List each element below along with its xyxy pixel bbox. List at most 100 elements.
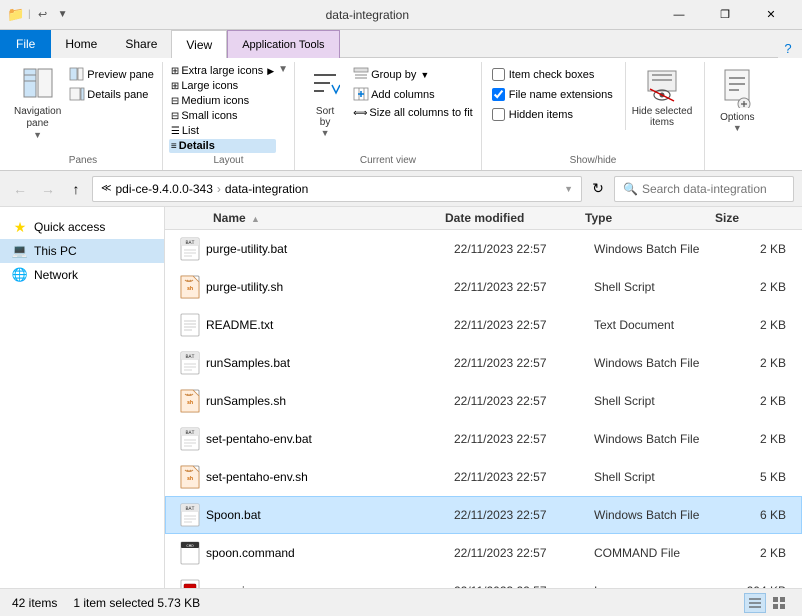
col-header-size[interactable]: Size [715,211,785,225]
col-header-type[interactable]: Type [585,211,715,225]
table-row[interactable]: BAT Spoon.bat 22/11/2023 22:57 Windows B… [165,496,802,534]
title-bar: 📁 | ↩ ▼ data-integration — ❐ ✕ [0,0,802,30]
sort-by-button[interactable]: Sortby ▼ [301,62,349,140]
hidden-items-input[interactable] [492,108,505,121]
close-button[interactable]: ✕ [748,0,794,30]
add-columns-button[interactable]: Add columns [351,86,475,104]
view-toggles [744,593,790,613]
file-name: runSamples.sh [206,394,454,408]
table-row[interactable]: sh purge-utility.sh 22/11/2023 22:57 She… [165,268,802,306]
sort-arrow: ▲ [251,214,260,224]
breadcrumb-current[interactable]: data-integration [225,182,308,196]
file-icon: W [174,575,206,588]
layout-more-button[interactable]: ▼ [278,64,288,75]
sidebar-item-this-pc[interactable]: 💻 This PC [0,239,164,263]
breadcrumb-dropdown[interactable]: ▼ [564,184,573,194]
undo-icon[interactable]: ↩ [35,7,51,23]
details-pane-icon [69,87,85,103]
details-button[interactable]: ≡ Details [169,139,276,153]
file-name: spoon.command [206,546,454,560]
item-checkboxes-toggle[interactable]: Item check boxes [488,66,617,83]
sidebar-item-label-network: Network [34,268,78,282]
list-button[interactable]: ☰ List [169,124,276,138]
file-name: runSamples.bat [206,356,454,370]
details-view-toggle[interactable] [744,593,766,613]
preview-pane-button[interactable]: Preview pane [67,66,156,84]
file-date: 22/11/2023 22:57 [454,432,594,446]
group-by-arrow: ▼ [420,70,429,80]
up-button[interactable]: ↑ [64,177,88,201]
breadcrumb-parent[interactable]: pdi-ce-9.4.0.0-343 [115,182,212,196]
svg-text:BAT: BAT [185,354,194,360]
ribbon-group-options: Options ▼ [705,62,769,170]
table-row[interactable]: W spoon.ico 22/11/2023 22:57 Icon 204 KB [165,572,802,588]
title-divider: | [28,9,31,20]
options-button[interactable]: Options ▼ [711,62,763,135]
tab-view[interactable]: View [171,30,227,58]
nav-pane-icon [22,67,54,103]
preview-pane-icon [69,67,85,83]
table-row[interactable]: CMD spoon.command 22/11/2023 22:57 COMMA… [165,534,802,572]
file-ext-input[interactable] [492,88,505,101]
details-icon: ≡ [171,141,177,152]
group-by-icon [353,67,369,83]
item-checkboxes-input[interactable] [492,68,505,81]
table-row[interactable]: BAT purge-utility.bat 22/11/2023 22:57 W… [165,230,802,268]
table-row[interactable]: sh set-pentaho-env.sh 22/11/2023 22:57 S… [165,458,802,496]
large-view-toggle[interactable] [768,593,790,613]
help-button[interactable]: ? [778,38,798,58]
breadcrumb[interactable]: ≪ pdi-ce-9.4.0.0-343 › data-integration … [92,176,582,202]
svg-text:BAT: BAT [185,240,194,246]
minimize-button[interactable]: — [656,0,702,30]
group-by-button[interactable]: Group by ▼ [351,66,475,84]
sidebar-item-quick-access[interactable]: ★ Quick access [0,215,164,239]
customize-icon[interactable]: ▼ [55,7,71,23]
refresh-button[interactable]: ↻ [586,177,610,201]
file-icon: BAT [174,233,206,265]
extra-large-arrow: ▶ [267,66,274,77]
col-header-name[interactable]: Name ▲ [165,211,445,225]
table-row[interactable]: BAT runSamples.bat 22/11/2023 22:57 Wind… [165,344,802,382]
tab-apptools[interactable]: Application Tools [227,30,339,58]
table-row[interactable]: README.txt 22/11/2023 22:57 Text Documen… [165,306,802,344]
small-icons-button[interactable]: ⊟ Small icons [169,109,276,123]
sidebar-item-network[interactable]: 🌐 Network [0,263,164,287]
quick-access-star-icon: ★ [12,219,28,235]
maximize-button[interactable]: ❐ [702,0,748,30]
table-row[interactable]: sh runSamples.sh 22/11/2023 22:57 Shell … [165,382,802,420]
file-size: 6 KB [724,508,794,522]
large-icons-button[interactable]: ⊞ Large icons [169,79,276,93]
file-date: 22/11/2023 22:57 [454,394,594,408]
this-pc-icon: 💻 [12,243,28,259]
forward-button[interactable]: → [36,177,60,201]
add-columns-icon [353,87,369,103]
file-size: 204 KB [724,584,794,588]
options-content: Options ▼ [711,62,763,164]
medium-icons-button[interactable]: ⊟ Medium icons [169,94,276,108]
hidden-items-toggle[interactable]: Hidden items [488,106,617,123]
small-icons-icon: ⊟ [171,111,179,122]
file-size: 5 KB [724,470,794,484]
file-type: Windows Batch File [594,432,724,446]
file-date: 22/11/2023 22:57 [454,280,594,294]
file-type: Shell Script [594,470,724,484]
tab-share[interactable]: Share [111,30,171,58]
tab-home[interactable]: Home [51,30,111,58]
back-button[interactable]: ← [8,177,32,201]
file-ext-toggle[interactable]: File name extensions [488,86,617,103]
tab-file[interactable]: File [0,30,51,58]
nav-pane-button[interactable]: Navigationpane ▼ [10,62,65,142]
search-box[interactable]: 🔍 [614,176,794,202]
network-icon: 🌐 [12,267,28,283]
col-header-date[interactable]: Date modified [445,211,585,225]
window-title: data-integration [79,8,656,22]
details-pane-button[interactable]: Details pane [67,86,156,104]
medium-icons-icon: ⊟ [171,96,179,107]
hide-selected-button[interactable]: Hide selecteditems [625,62,699,130]
file-type: Windows Batch File [594,356,724,370]
table-row[interactable]: BAT set-pentaho-env.bat 22/11/2023 22:57… [165,420,802,458]
search-input[interactable] [642,182,785,196]
file-rows-container: BAT purge-utility.bat 22/11/2023 22:57 W… [165,230,802,588]
extra-large-button[interactable]: ⊞ Extra large icons ▶ [169,64,276,78]
size-all-columns-button[interactable]: ⟺ Size all columns to fit [351,106,475,120]
